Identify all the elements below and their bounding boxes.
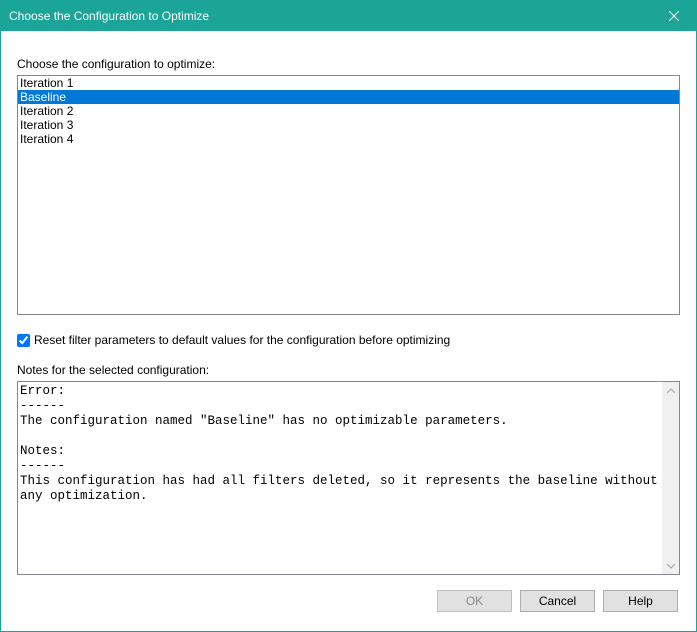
scroll-down-button[interactable] [662, 557, 679, 574]
dialog-content: Choose the configuration to optimize: It… [1, 31, 696, 631]
list-item[interactable]: Iteration 2 [18, 104, 679, 118]
dialog-window: Choose the Configuration to Optimize Cho… [0, 0, 697, 632]
scroll-up-button[interactable] [662, 382, 679, 399]
chevron-down-icon [667, 563, 675, 569]
list-item[interactable]: Baseline [18, 90, 679, 104]
list-item[interactable]: Iteration 3 [18, 118, 679, 132]
notes-label: Notes for the selected configuration: [17, 363, 680, 377]
reset-checkbox-row[interactable]: Reset filter parameters to default value… [17, 333, 680, 347]
list-item[interactable]: Iteration 4 [18, 132, 679, 146]
reset-checkbox[interactable] [17, 334, 30, 347]
window-title: Choose the Configuration to Optimize [9, 9, 209, 23]
close-button[interactable] [651, 1, 696, 31]
cancel-button[interactable]: Cancel [520, 590, 595, 612]
configuration-listbox[interactable]: Iteration 1BaselineIteration 2Iteration … [17, 75, 680, 315]
notes-scrollbar[interactable] [662, 382, 679, 574]
ok-button: OK [437, 590, 512, 612]
button-row: OK Cancel Help [17, 581, 680, 621]
help-button[interactable]: Help [603, 590, 678, 612]
list-item[interactable]: Iteration 1 [18, 76, 679, 90]
title-bar[interactable]: Choose the Configuration to Optimize [1, 1, 696, 31]
reset-checkbox-label: Reset filter parameters to default value… [34, 333, 450, 347]
close-icon [669, 11, 679, 21]
notes-text: Error: ------ The configuration named "B… [18, 382, 679, 574]
notes-textarea[interactable]: Error: ------ The configuration named "B… [17, 381, 680, 575]
choose-label: Choose the configuration to optimize: [17, 57, 680, 71]
chevron-up-icon [667, 388, 675, 394]
